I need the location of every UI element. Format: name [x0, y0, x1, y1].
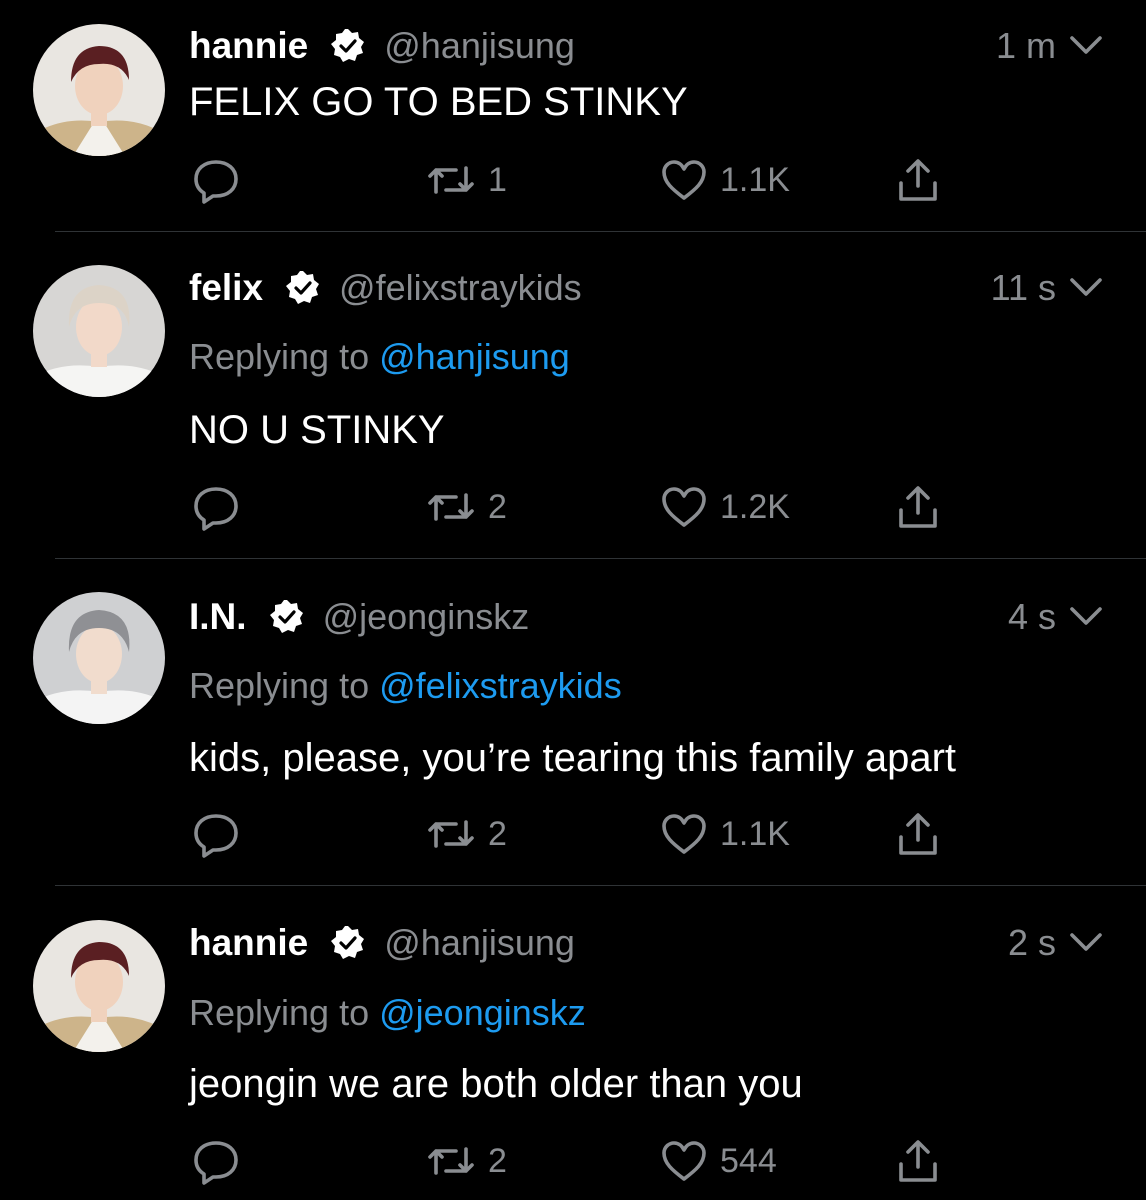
reply-icon: [192, 483, 240, 531]
retweet-count: 2: [488, 487, 507, 526]
like-count: 1.1K: [720, 814, 790, 853]
timestamp: 1 m: [995, 25, 1056, 66]
chevron-down-icon[interactable]: [1068, 263, 1104, 313]
timestamp: 11 s: [990, 267, 1056, 308]
reply-button[interactable]: [192, 477, 240, 537]
like-count: 1.1K: [720, 160, 790, 199]
tweet-header: hannie @hanjisung: [189, 21, 575, 71]
share-icon: [896, 810, 940, 858]
replying-to-mention[interactable]: @jeonginskz: [379, 992, 586, 1033]
retweet-count: 1: [488, 160, 507, 199]
replying-to: Replying to @jeonginskz: [189, 992, 586, 1034]
display-name[interactable]: hannie: [189, 922, 308, 964]
chevron-down-icon[interactable]: [1068, 21, 1104, 71]
heart-icon: [660, 485, 708, 529]
user-handle[interactable]: @hanjisung: [384, 922, 575, 964]
retweet-count: 2: [488, 1141, 507, 1180]
like-button[interactable]: 1.2K: [660, 477, 790, 537]
avatar[interactable]: [33, 920, 165, 1052]
retweet-button[interactable]: 1: [426, 150, 507, 210]
tweet-actions: 2 1.1K: [0, 804, 1146, 864]
chevron-down-icon[interactable]: [1068, 918, 1104, 968]
share-icon: [896, 156, 940, 204]
reply-button[interactable]: [192, 1131, 240, 1191]
tweet[interactable]: hannie @hanjisung 2 s Replying to @jeong…: [0, 886, 1146, 1200]
heart-icon: [660, 812, 708, 856]
share-button[interactable]: [896, 150, 940, 210]
retweet-icon: [426, 160, 476, 200]
display-name[interactable]: I.N.: [189, 596, 247, 638]
verified-badge-icon: [269, 599, 305, 635]
replying-to-mention[interactable]: @hanjisung: [379, 336, 570, 377]
retweet-count: 2: [488, 814, 507, 853]
user-handle[interactable]: @felixstraykids: [339, 267, 582, 309]
tweet-text: jeongin we are both older than you: [189, 1062, 803, 1106]
share-button[interactable]: [896, 1131, 940, 1191]
reply-icon: [192, 1137, 240, 1185]
tweet[interactable]: I.N. @jeonginskz 4 s Replying to @felixs…: [0, 559, 1146, 886]
replying-to-label: Replying to: [189, 336, 380, 377]
verified-badge-icon: [330, 925, 366, 961]
user-handle[interactable]: @jeonginskz: [323, 596, 530, 638]
retweet-icon: [426, 1141, 476, 1181]
share-button[interactable]: [896, 804, 940, 864]
avatar[interactable]: [33, 265, 165, 397]
replying-to: Replying to @hanjisung: [189, 336, 570, 378]
timestamp: 4 s: [1007, 596, 1056, 637]
avatar[interactable]: [33, 592, 165, 724]
verified-badge-icon: [285, 270, 321, 306]
like-count: 544: [720, 1141, 777, 1180]
like-button[interactable]: 1.1K: [660, 150, 790, 210]
tweet-actions: 2 1.2K: [0, 477, 1146, 537]
user-handle[interactable]: @hanjisung: [384, 25, 575, 67]
tweet-header: hannie @hanjisung: [189, 918, 575, 968]
retweet-button[interactable]: 2: [426, 804, 507, 864]
display-name[interactable]: hannie: [189, 25, 308, 67]
tweet[interactable]: felix @felixstraykids 11 s Replying to @…: [0, 232, 1146, 559]
replying-to-label: Replying to: [189, 665, 380, 706]
tweet-header: felix @felixstraykids: [189, 263, 582, 313]
retweet-icon: [426, 487, 476, 527]
tweet-actions: 2 544: [0, 1131, 1146, 1191]
replying-to-label: Replying to: [189, 992, 380, 1033]
like-button[interactable]: 1.1K: [660, 804, 790, 864]
tweet-text: kids, please, you’re tearing this family…: [189, 736, 957, 780]
display-name[interactable]: felix: [189, 267, 263, 309]
retweet-button[interactable]: 2: [426, 477, 507, 537]
tweet-text: NO U STINKY: [189, 408, 445, 452]
reply-button[interactable]: [192, 150, 240, 210]
tweet-header: I.N. @jeonginskz: [189, 592, 529, 642]
tweet-text: FELIX GO TO BED STINKY: [189, 80, 688, 124]
avatar[interactable]: [33, 24, 165, 156]
retweet-button[interactable]: 2: [426, 1131, 507, 1191]
verified-badge-icon: [330, 28, 366, 64]
tweet[interactable]: hannie @hanjisung 1 m FELIX GO TO BED ST…: [0, 0, 1146, 232]
timestamp: 2 s: [1007, 922, 1056, 963]
reply-button[interactable]: [192, 804, 240, 864]
heart-icon: [660, 158, 708, 202]
share-button[interactable]: [896, 477, 940, 537]
reply-icon: [192, 810, 240, 858]
retweet-icon: [426, 814, 476, 854]
like-button[interactable]: 544: [660, 1131, 777, 1191]
tweet-actions: 1 1.1K: [0, 150, 1146, 210]
replying-to-mention[interactable]: @felixstraykids: [379, 665, 622, 706]
share-icon: [896, 1137, 940, 1185]
like-count: 1.2K: [720, 487, 790, 526]
chevron-down-icon[interactable]: [1068, 592, 1104, 642]
heart-icon: [660, 1139, 708, 1183]
reply-icon: [192, 156, 240, 204]
share-icon: [896, 483, 940, 531]
replying-to: Replying to @felixstraykids: [189, 665, 622, 707]
